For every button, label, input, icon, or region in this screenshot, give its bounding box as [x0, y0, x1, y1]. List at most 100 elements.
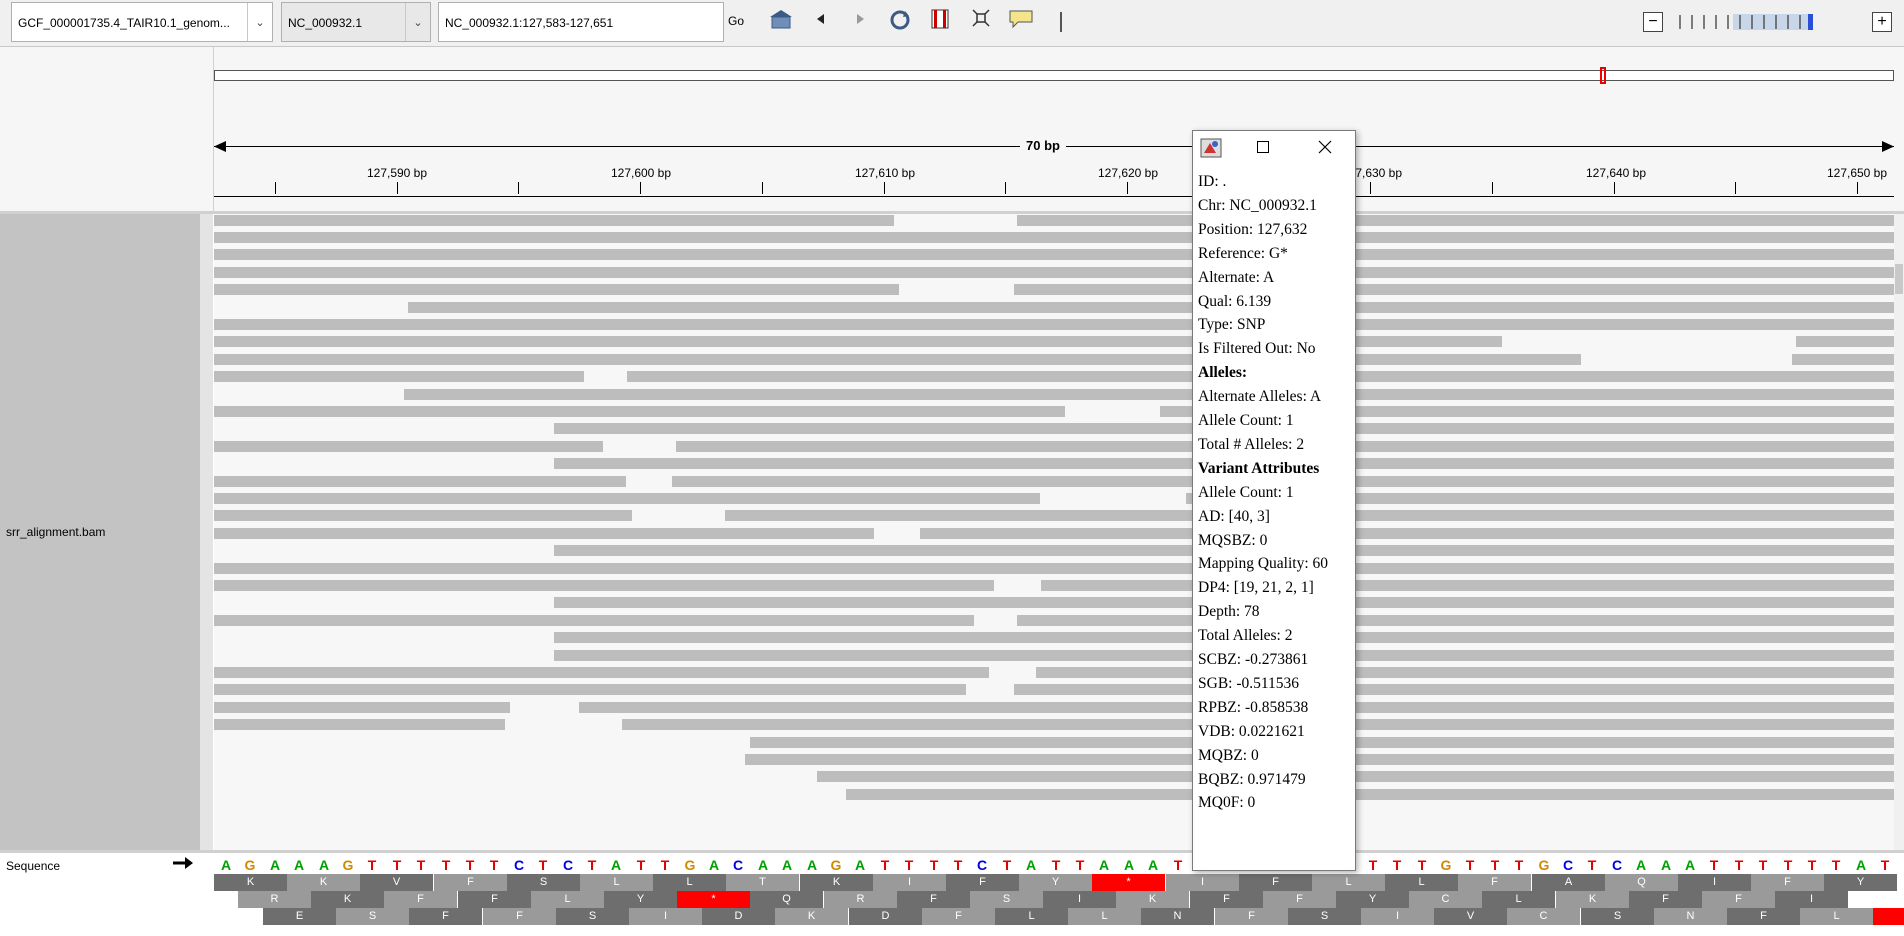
aligned-read[interactable]	[214, 614, 974, 626]
aligned-read[interactable]	[214, 405, 1065, 417]
sequence-base: A	[293, 857, 305, 873]
popup-line: Total # Alleles: 2	[1198, 435, 1305, 453]
amino-acid: F	[1190, 891, 1263, 908]
track-name-panel[interactable]: srr_alignment.bam	[0, 214, 200, 850]
stop-codon: *	[1873, 908, 1904, 925]
sequence-base: T	[1465, 857, 1475, 873]
close-icon[interactable]	[1318, 140, 1332, 154]
popup-text-icon[interactable]	[1006, 8, 1036, 36]
sequence-base: T	[1490, 857, 1500, 873]
sequence-base: G	[830, 857, 842, 873]
aligned-read[interactable]	[214, 666, 989, 678]
amino-acid: Y	[1824, 874, 1897, 891]
sequence-base: T	[1051, 857, 1061, 873]
forward-arrow-icon[interactable]	[845, 8, 875, 36]
amino-acid: F	[409, 908, 482, 925]
variant-popup-window[interactable]: ID: . Chr: NC_000932.1 Position: 127,632 Re…	[1192, 130, 1356, 871]
aligned-read[interactable]	[1014, 684, 1894, 696]
home-icon[interactable]	[766, 8, 796, 36]
aligned-read[interactable]	[1041, 579, 1894, 591]
refresh-icon[interactable]	[885, 8, 915, 36]
amino-acid: I	[1166, 874, 1239, 891]
track-name[interactable]: srr_alignment.bam	[6, 525, 105, 539]
aligned-read[interactable]	[214, 475, 626, 487]
vertical-scrollbar[interactable]	[1894, 214, 1904, 850]
ruler-tick-mark	[275, 182, 276, 194]
java-app-icon	[1200, 138, 1222, 161]
aligned-read[interactable]	[214, 562, 1894, 574]
aligned-read[interactable]	[1792, 353, 1894, 365]
sequence-base: T	[636, 857, 646, 873]
aligned-read[interactable]	[404, 388, 1894, 400]
toolbar: GCF_000001735.4_TAIR10.1_genom... ⌄ NC_0…	[0, 0, 1904, 47]
aligned-read[interactable]	[920, 527, 1894, 539]
aligned-read[interactable]	[408, 301, 1894, 313]
aligned-read[interactable]	[214, 214, 894, 226]
sequence-base: T	[1392, 857, 1402, 873]
popup-title-bar[interactable]	[1193, 131, 1355, 165]
sequence-track-name[interactable]: Sequence	[6, 859, 60, 873]
aligned-read[interactable]	[1017, 214, 1894, 226]
aligned-read[interactable]	[214, 527, 874, 539]
stop-codon: *	[677, 891, 750, 908]
aligned-read[interactable]	[214, 318, 1894, 330]
aligned-read[interactable]	[214, 266, 1894, 278]
ruler-tick-mark	[1857, 182, 1858, 194]
aligned-read[interactable]	[214, 719, 505, 731]
scrollbar-thumb[interactable]	[1895, 264, 1903, 294]
amino-acid: F	[434, 874, 507, 891]
aligned-read[interactable]	[214, 371, 584, 383]
popup-line: Position: 127,632	[1198, 220, 1308, 238]
chevron-down-icon[interactable]: ⌄	[247, 3, 272, 41]
chevron-down-icon[interactable]: ⌄	[405, 3, 430, 41]
aligned-read[interactable]	[1036, 666, 1894, 678]
sequence-base: T	[416, 857, 426, 873]
region-navigator-icon[interactable]	[925, 8, 955, 36]
resize-to-window-icon[interactable]	[966, 8, 996, 36]
amino-acid: S	[1581, 908, 1654, 925]
strand-arrow-icon[interactable]	[172, 855, 194, 874]
chromosome-ideogram[interactable]	[214, 70, 1894, 81]
amino-acid: K	[1116, 891, 1189, 908]
sequence-base: C	[562, 857, 574, 873]
stop-codon: *	[1092, 874, 1165, 891]
aligned-read[interactable]	[1014, 284, 1894, 296]
sequence-base: A	[220, 857, 232, 873]
aligned-read[interactable]	[214, 701, 510, 713]
aligned-read[interactable]	[214, 249, 1894, 261]
genome-dropdown[interactable]: GCF_000001735.4_TAIR10.1_genom... ⌄	[11, 2, 273, 42]
zoom-slider[interactable]	[1676, 12, 1876, 32]
zoom-out-icon[interactable]: −	[1643, 12, 1663, 32]
aligned-read[interactable]	[1796, 336, 1894, 348]
aligned-read[interactable]	[214, 510, 632, 522]
popup-line: MQBZ: 0	[1198, 746, 1259, 764]
amino-acid: I	[1775, 891, 1848, 908]
back-arrow-icon[interactable]	[806, 8, 836, 36]
sequence-base: T	[1173, 857, 1183, 873]
sequence-base: T	[367, 857, 377, 873]
sequence-base: A	[757, 857, 769, 873]
aligned-read[interactable]	[214, 579, 994, 591]
ruler-toggle-icon[interactable]	[1060, 12, 1062, 32]
aligned-read[interactable]	[214, 231, 1894, 243]
aligned-read[interactable]	[214, 440, 603, 452]
ruler-panel[interactable]: 70 bp	[214, 47, 1904, 211]
aligned-read[interactable]	[1017, 614, 1894, 626]
zoom-in-icon[interactable]: +	[1872, 12, 1892, 32]
aligned-read[interactable]	[846, 788, 1894, 800]
amino-acid: K	[800, 874, 873, 891]
aligned-read[interactable]	[214, 684, 966, 696]
sequence-base: A	[610, 857, 622, 873]
maximize-icon[interactable]	[1257, 141, 1269, 153]
aligned-read[interactable]	[214, 492, 1040, 504]
go-button[interactable]: Go	[728, 14, 744, 28]
aligned-read[interactable]	[214, 353, 1581, 365]
sequence-base: A	[806, 857, 818, 873]
locus-input[interactable]: NC_000932.1:127,583-127,651	[438, 2, 724, 42]
alignment-data-panel[interactable]: AAAAAAT	[214, 214, 1894, 850]
genome-value: GCF_000001735.4_TAIR10.1_genom...	[18, 16, 230, 30]
aligned-read[interactable]	[214, 284, 899, 296]
sequence-base: T	[1709, 857, 1719, 873]
chromosome-dropdown[interactable]: NC_000932.1 ⌄	[281, 2, 431, 42]
amino-acid: F	[458, 891, 531, 908]
